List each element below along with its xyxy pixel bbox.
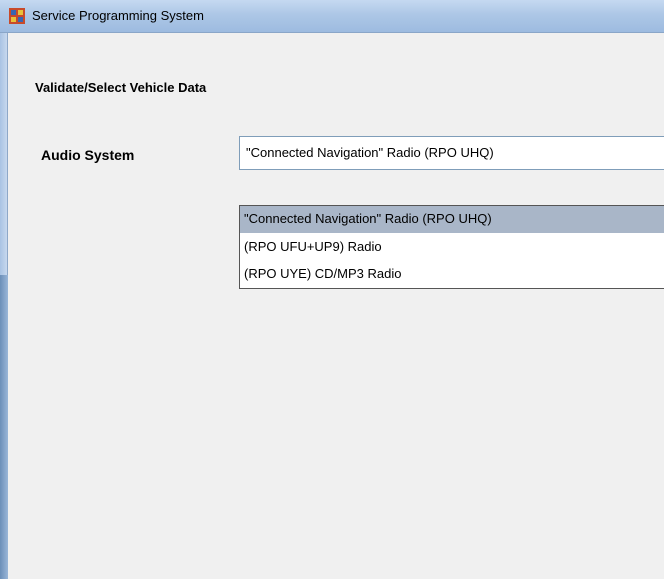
audio-system-value: "Connected Navigation" Radio (RPO UHQ) [246,145,494,160]
left-border-accent [0,275,8,579]
left-window-border [0,33,8,579]
dropdown-option-connected-navigation[interactable]: "Connected Navigation" Radio (RPO UHQ) [240,206,664,233]
section-title: Validate/Select Vehicle Data [35,80,207,95]
title-bar[interactable]: Service Programming System [0,0,664,33]
window-title: Service Programming System [32,8,204,23]
audio-system-label: Audio System [41,147,135,163]
audio-system-select[interactable]: "Connected Navigation" Radio (RPO UHQ) [239,136,664,170]
app-icon[interactable] [9,8,25,24]
content-panel: Validate/Select Vehicle Data Audio Syste… [9,34,664,579]
audio-system-dropdown-list[interactable]: "Connected Navigation" Radio (RPO UHQ) (… [239,205,664,289]
dropdown-option-ufu-up9[interactable]: (RPO UFU+UP9) Radio [240,234,664,261]
dropdown-option-uye-cd-mp3[interactable]: (RPO UYE) CD/MP3 Radio [240,261,664,288]
